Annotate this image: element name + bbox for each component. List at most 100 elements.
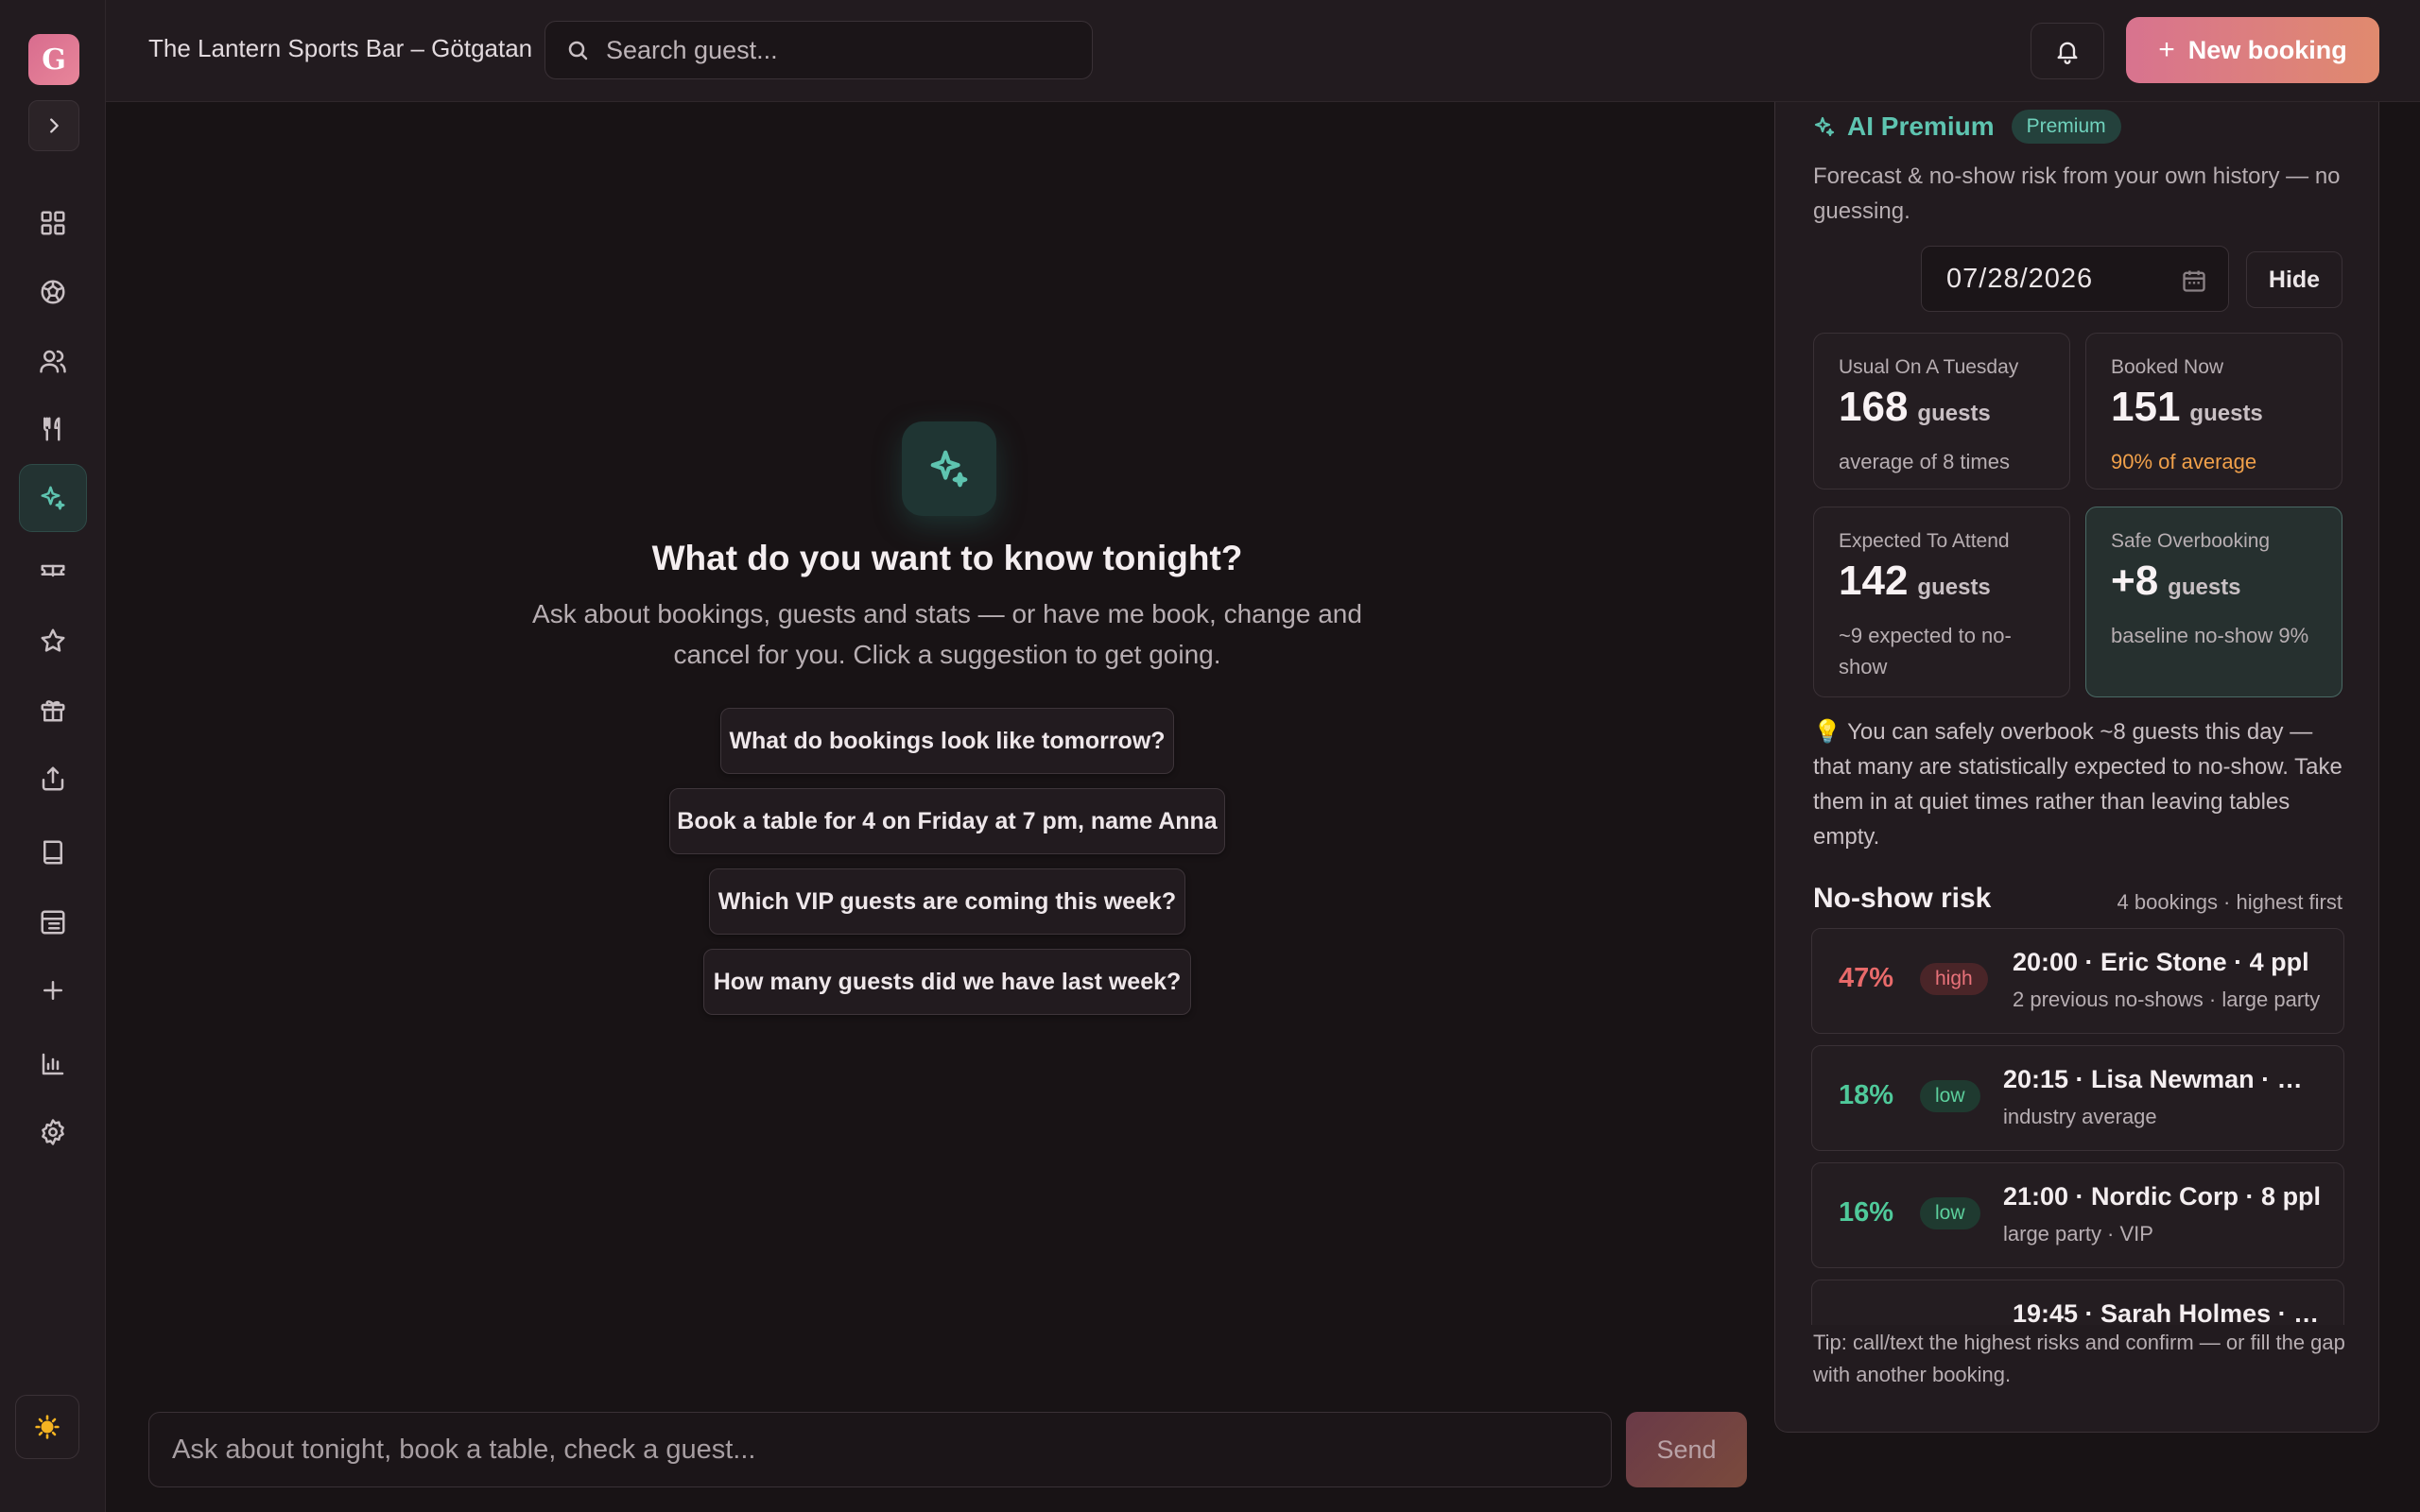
- gift-icon: [41, 700, 65, 722]
- stat-value: 142 guests: [1839, 558, 1991, 604]
- nav-menu[interactable]: [19, 395, 87, 463]
- stat-card-usual: Usual On A Tuesday 168 guests average of …: [1813, 333, 2070, 490]
- ai-chat-area: What do you want to know tonight? Ask ab…: [106, 102, 1789, 1406]
- nav-floor-plan[interactable]: [19, 888, 87, 956]
- stat-note: average of 8 times: [1839, 450, 2010, 473]
- risk-booking: 20:15 · Lisa Newman · 3 ppl: [2003, 1065, 2309, 1093]
- risk-row[interactable]: 47% high 20:00 · Eric Stone · 4 ppl 2 pr…: [1811, 928, 2344, 1034]
- stat-card-booked: Booked Now 151 guests 90% of average: [2085, 333, 2342, 490]
- sparkle-icon: [41, 486, 65, 510]
- risk-percentage: 47%: [1839, 963, 1894, 993]
- risk-row[interactable]: 18% low 20:15 · Lisa Newman · 3 ppl indu…: [1811, 1045, 2344, 1151]
- suggestion-button[interactable]: What do bookings look like tomorrow?: [720, 708, 1174, 774]
- share-icon: [42, 766, 64, 791]
- nav-export[interactable]: [19, 745, 87, 813]
- plus-icon: +: [2158, 34, 2175, 65]
- risk-booking: 21:00 · Nordic Corp · 8 ppl: [2003, 1182, 2322, 1211]
- risk-footer-tip: Tip: call/text the highest risks and con…: [1813, 1331, 2345, 1386]
- sparkle-icon: [1814, 116, 1835, 137]
- stat-label: Usual On A Tuesday: [1839, 356, 2019, 378]
- sidebar: G: [0, 0, 106, 1512]
- chevron-right-icon: [50, 118, 59, 133]
- star-icon: [41, 628, 65, 652]
- theme-toggle-button[interactable]: [15, 1395, 79, 1459]
- stat-value: 168 guests: [1839, 384, 1991, 430]
- risk-booking: 19:45 · Sarah Holmes · 2 ppl: [2013, 1299, 2325, 1325]
- stat-note: 90% of average: [2111, 450, 2257, 473]
- overbooking-tip: 💡 You can safely overbook ~8 guests this…: [1813, 719, 2342, 850]
- suggestion-button[interactable]: Book a table for 4 on Friday at 7 pm, na…: [669, 788, 1225, 854]
- no-show-risk-meta: 4 bookings · highest first: [2117, 890, 2342, 914]
- risk-detail: large party · VIP: [2003, 1222, 2153, 1246]
- date-picker[interactable]: 07/28/2026: [1921, 246, 2229, 312]
- nav-statistics[interactable]: [19, 1030, 87, 1098]
- nav-favorites[interactable]: [19, 607, 87, 675]
- search-icon: [568, 41, 588, 60]
- bar-chart-icon: [42, 1053, 64, 1075]
- ai-assistant-badge: [902, 421, 996, 516]
- nav-sports[interactable]: [19, 258, 87, 326]
- new-booking-label: New booking: [2187, 35, 2347, 64]
- stat-card-expected: Expected To Attend 142 guests ~9 expected…: [1813, 507, 2070, 697]
- stat-label: Expected To Attend: [1839, 530, 2010, 552]
- suggestion-button[interactable]: How many guests did we have last week?: [703, 949, 1191, 1015]
- panel-header: AI Premium Premium: [1813, 110, 2121, 144]
- stat-note: ~9 expected to no-show: [1839, 624, 2012, 679]
- stat-card-overbooking: Safe Overbooking +8 guests baseline no-sh…: [2085, 507, 2342, 697]
- expand-sidebar-button[interactable]: [28, 100, 79, 151]
- chat-input-placeholder: Ask about tonight, book a table, check a…: [172, 1434, 756, 1465]
- stat-label: Safe Overbooking: [2111, 530, 2271, 552]
- risk-detail: 2 previous no-shows · large party: [2013, 988, 2321, 1011]
- stat-value: 151 guests: [2111, 384, 2263, 430]
- suggestion-button[interactable]: Which VIP guests are coming this week?: [709, 868, 1185, 935]
- ai-premium-panel: AI Premium Premium Forecast & no-show ri…: [1774, 102, 2379, 1433]
- chat-input[interactable]: Ask about tonight, book a table, check a…: [148, 1412, 1612, 1487]
- cutlery-icon: [43, 417, 60, 441]
- nav-gift-cards[interactable]: [19, 676, 87, 744]
- venue-name: The Lantern Sports Bar – Götgatan: [148, 34, 533, 62]
- settings-icon: [42, 1119, 64, 1145]
- top-bar: The Lantern Sports Bar – Götgatan Search…: [106, 0, 2420, 102]
- stat-label: Booked Now: [2111, 356, 2224, 378]
- stat-note: baseline no-show 9%: [2111, 624, 2309, 647]
- sports-ball-icon: [41, 280, 65, 304]
- plus-icon: [43, 981, 62, 1000]
- notifications-button[interactable]: [2031, 23, 2104, 79]
- risk-row[interactable]: 16% low 21:00 · Nordic Corp · 8 ppl larg…: [1811, 1162, 2344, 1268]
- risk-level-badge: low: [1920, 1080, 1980, 1112]
- nav-guests[interactable]: [19, 327, 87, 395]
- risk-row[interactable]: 19:45 · Sarah Holmes · 2 ppl: [1811, 1280, 2344, 1325]
- chat-headline: What do you want to know tonight?: [651, 539, 1243, 577]
- search-placeholder: Search guest...: [606, 35, 778, 64]
- panel-description: Forecast & no-show risk from your own hi…: [1813, 163, 2341, 224]
- risk-percentage: 16%: [1839, 1197, 1894, 1228]
- calendar-icon[interactable]: [2181, 267, 2207, 294]
- risk-percentage: 18%: [1839, 1080, 1894, 1110]
- nav-settings[interactable]: [19, 1098, 87, 1166]
- ticket-icon: [41, 564, 65, 577]
- nav-guestbook[interactable]: [19, 818, 87, 886]
- no-show-risk-title: No-show risk: [1813, 883, 1992, 914]
- panel-title: AI Premium: [1847, 112, 1995, 141]
- logo-letter: G: [42, 43, 66, 77]
- venue-logo[interactable]: G: [28, 34, 79, 85]
- send-button[interactable]: Send: [1626, 1412, 1747, 1487]
- bell-icon: [2057, 42, 2078, 64]
- hide-panel-button[interactable]: Hide: [2246, 251, 2342, 308]
- layout-icon: [41, 910, 65, 935]
- search-guest-input[interactable]: Search guest...: [544, 21, 1093, 79]
- dashboard-icon: [41, 211, 65, 235]
- guests-icon: [40, 350, 66, 373]
- sun-icon: [35, 1415, 60, 1439]
- stat-value: +8 guests: [2111, 558, 2241, 604]
- new-booking-button[interactable]: + New booking: [2126, 17, 2379, 83]
- no-show-risk-list: 47% high 20:00 · Eric Stone · 4 ppl 2 pr…: [1811, 928, 2344, 1325]
- risk-level-badge: low: [1920, 1197, 1980, 1229]
- nav-ai-assistant[interactable]: [19, 464, 87, 532]
- nav-dashboard[interactable]: [19, 189, 87, 257]
- nav-add[interactable]: [19, 956, 87, 1024]
- sparkle-icon: [930, 450, 968, 488]
- nav-tickets[interactable]: [19, 537, 87, 605]
- date-value: 07/28/2026: [1946, 263, 2094, 294]
- premium-badge: Premium: [2011, 110, 2121, 144]
